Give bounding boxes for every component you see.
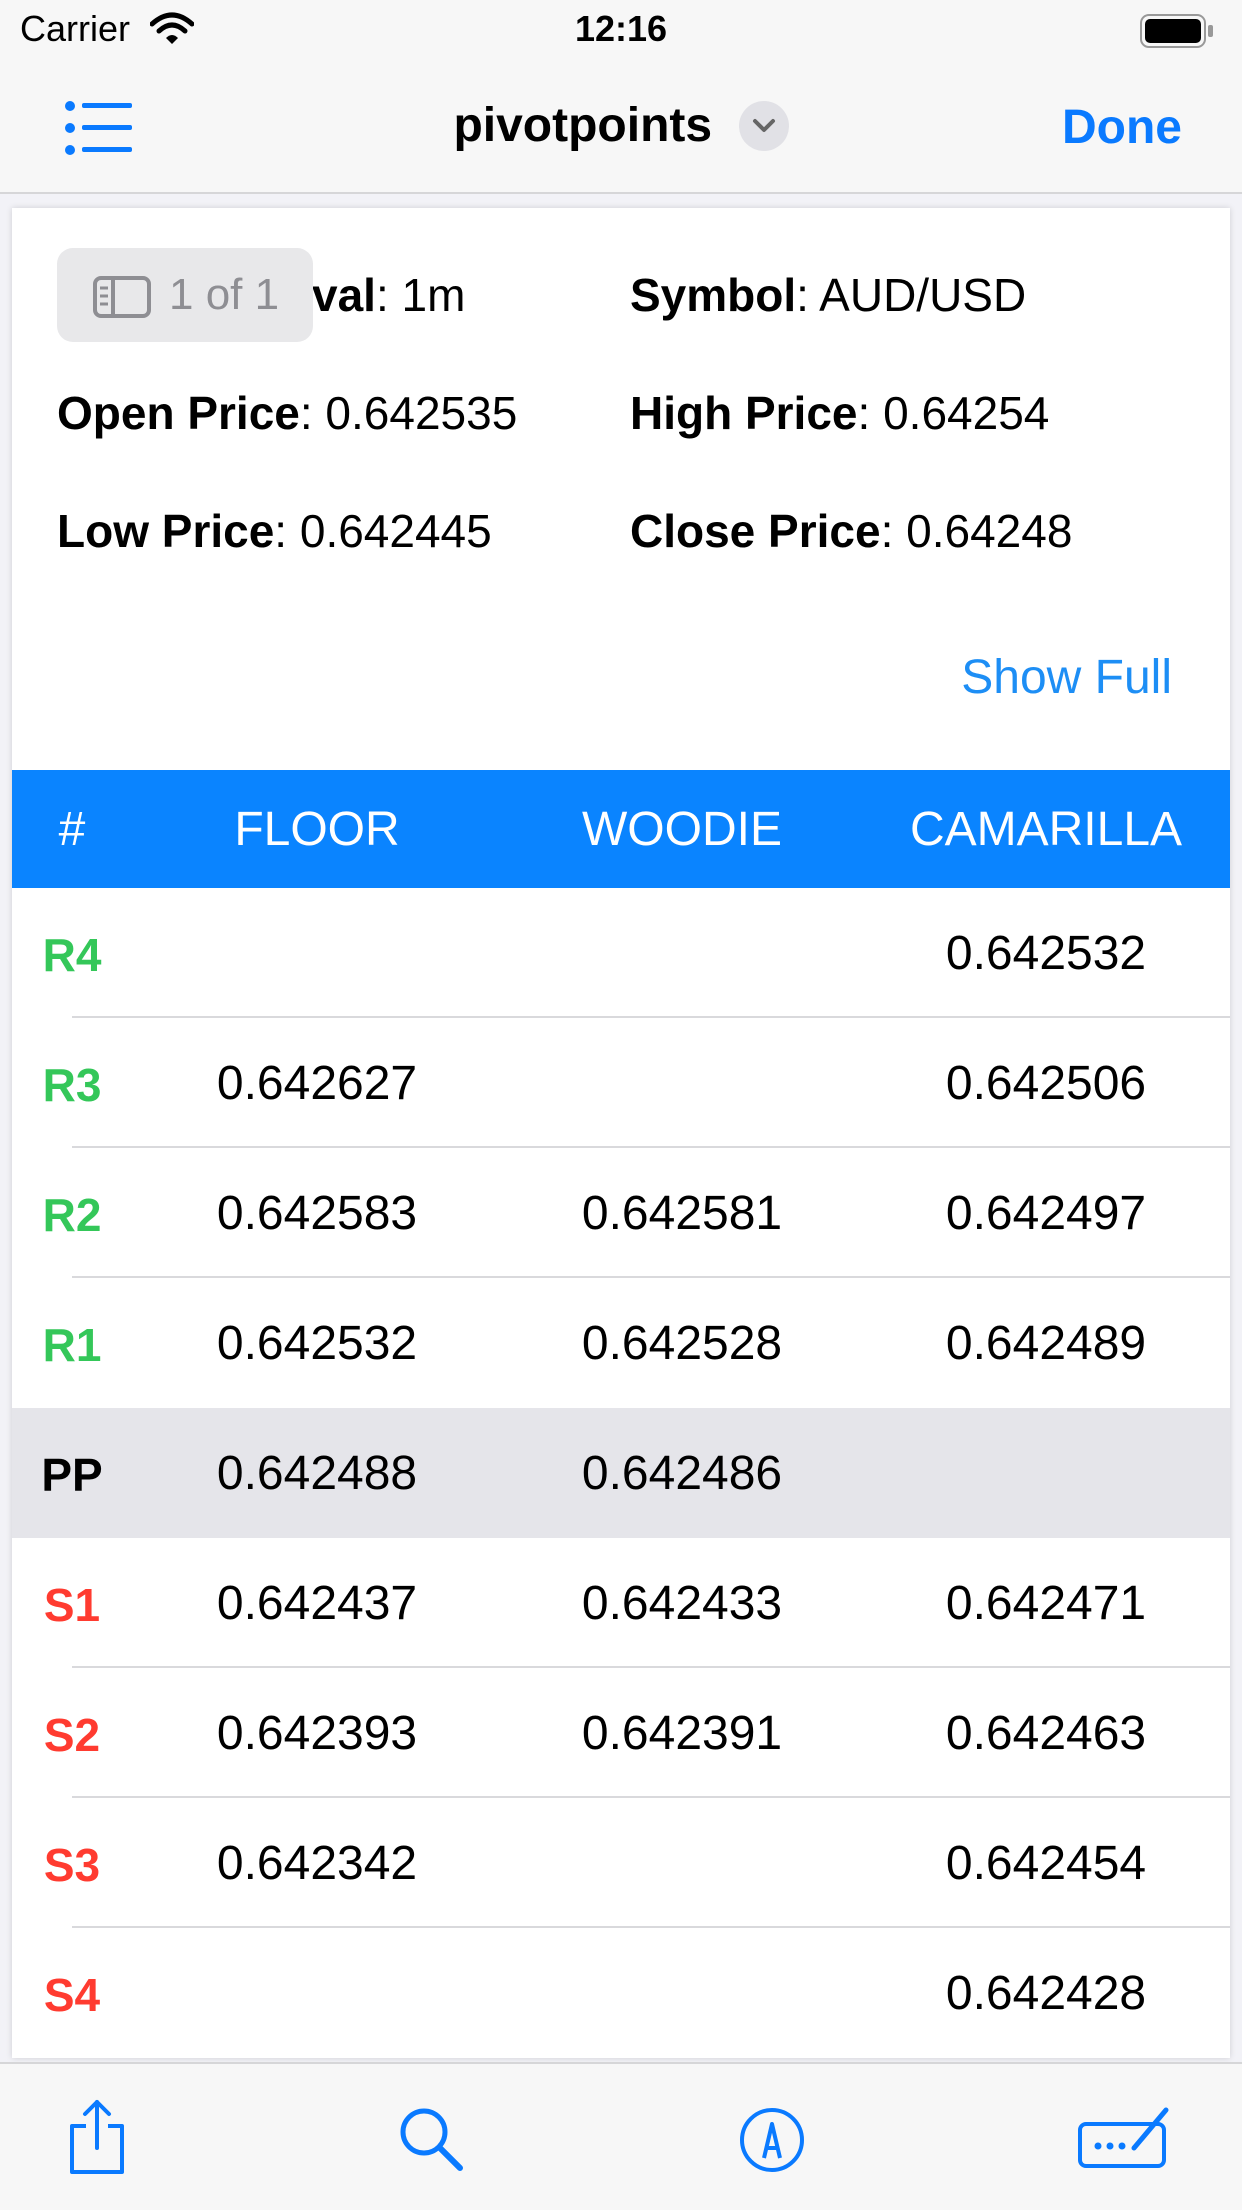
floor-cell: 0.642393 <box>216 1707 418 1760</box>
open-price-field: Open Price: 0.642535 <box>57 386 517 440</box>
camarilla-cell: 0.642471 <box>945 1577 1147 1630</box>
camarilla-cell: 0.642497 <box>945 1187 1147 1240</box>
close-price-value: : 0.64248 <box>880 505 1073 557</box>
open-price-label: Open Price <box>57 387 300 439</box>
camarilla-cell: 0.642489 <box>945 1317 1147 1370</box>
table-row-pivot: PP 0.642488 0.642486 <box>12 1408 1230 1538</box>
header-woodie: WOODIE <box>582 803 782 856</box>
document-page: val: 1m Symbol: AUD/USD Open Price: 0.64… <box>12 208 1230 2058</box>
high-price-label: High Price <box>630 387 858 439</box>
status-bar: Carrier 12:16 <box>0 0 1242 62</box>
row-label: R3 <box>42 1059 102 1111</box>
table-row: R1 0.642532 0.642528 0.642489 <box>12 1278 1230 1408</box>
high-price-field: High Price: 0.64254 <box>630 386 1049 440</box>
header-floor: FLOOR <box>234 803 400 856</box>
document-title[interactable]: pivotpoints <box>453 99 712 152</box>
page-indicator[interactable]: 1 of 1 <box>57 248 313 342</box>
camarilla-cell: 0.642428 <box>945 1967 1147 2020</box>
show-full-link[interactable]: Show Full <box>961 650 1172 705</box>
header-hash: # <box>58 803 86 856</box>
row-label: S3 <box>43 1839 101 1891</box>
camarilla-cell: 0.642506 <box>945 1057 1147 1110</box>
row-label: S1 <box>43 1579 101 1631</box>
navigation-bar: pivotpoints Done <box>0 62 1242 194</box>
floor-cell: 0.642437 <box>216 1577 418 1630</box>
table-row: R3 0.642627 0.642506 <box>12 1018 1230 1148</box>
table-row: R4 0.642532 <box>12 888 1230 1018</box>
low-price-value: : 0.642445 <box>274 505 492 557</box>
table-row: S1 0.642437 0.642433 0.642471 <box>12 1538 1230 1668</box>
woodie-cell: 0.642528 <box>581 1317 783 1370</box>
battery-icon <box>1140 14 1214 53</box>
markup-icon[interactable] <box>738 2106 806 2179</box>
floor-cell: 0.642342 <box>216 1837 418 1890</box>
symbol-value: : AUD/USD <box>796 269 1027 321</box>
woodie-cell: 0.642486 <box>581 1447 783 1500</box>
search-icon[interactable] <box>398 2106 464 2177</box>
row-label: S2 <box>43 1709 101 1761</box>
table-row: S4 0.642428 <box>12 1928 1230 2058</box>
camarilla-cell: 0.642532 <box>945 927 1147 980</box>
table-row: S3 0.642342 0.642454 <box>12 1798 1230 1928</box>
row-label: R1 <box>42 1319 102 1371</box>
sidebar-icon <box>93 276 151 318</box>
header-camarilla: CAMARILLA <box>909 803 1183 856</box>
low-price-label: Low Price <box>57 505 275 557</box>
row-label: PP <box>41 1449 103 1501</box>
bottom-toolbar <box>0 2062 1242 2210</box>
close-price-label: Close Price <box>630 505 881 557</box>
camarilla-cell: 0.642454 <box>945 1837 1147 1890</box>
high-price-value: : 0.64254 <box>857 387 1050 439</box>
open-price-value: : 0.642535 <box>299 387 518 439</box>
woodie-cell: 0.642433 <box>581 1577 783 1630</box>
woodie-cell: 0.642391 <box>581 1707 783 1760</box>
table-row: S2 0.642393 0.642391 0.642463 <box>12 1668 1230 1798</box>
woodie-cell: 0.642581 <box>581 1187 783 1240</box>
floor-cell: 0.642488 <box>216 1447 418 1500</box>
floor-cell: 0.642583 <box>216 1187 418 1240</box>
table-row: R2 0.642583 0.642581 0.642497 <box>12 1148 1230 1278</box>
low-price-field: Low Price: 0.642445 <box>57 504 492 558</box>
row-label: R2 <box>42 1189 102 1241</box>
annotate-icon[interactable] <box>1076 2102 1176 2175</box>
done-button[interactable]: Done <box>1062 100 1182 155</box>
clock: 12:16 <box>574 8 668 49</box>
row-label: S4 <box>43 1969 101 2021</box>
floor-cell: 0.642532 <box>216 1317 418 1370</box>
share-icon[interactable] <box>66 2098 128 2181</box>
symbol-field: Symbol: AUD/USD <box>630 268 1026 322</box>
row-label: R4 <box>42 929 102 981</box>
interval-label: val <box>312 269 376 321</box>
camarilla-cell: 0.642463 <box>945 1707 1147 1760</box>
interval-value: : 1m <box>375 269 466 321</box>
interval-field: val: 1m <box>312 268 465 322</box>
table-header: # FLOOR WOODIE CAMARILLA <box>12 770 1230 888</box>
close-price-field: Close Price: 0.64248 <box>630 504 1072 558</box>
floor-cell: 0.642627 <box>216 1057 418 1110</box>
chevron-down-icon[interactable] <box>738 100 789 151</box>
page-count: 1 of 1 <box>169 270 280 319</box>
symbol-label: Symbol <box>630 269 797 321</box>
